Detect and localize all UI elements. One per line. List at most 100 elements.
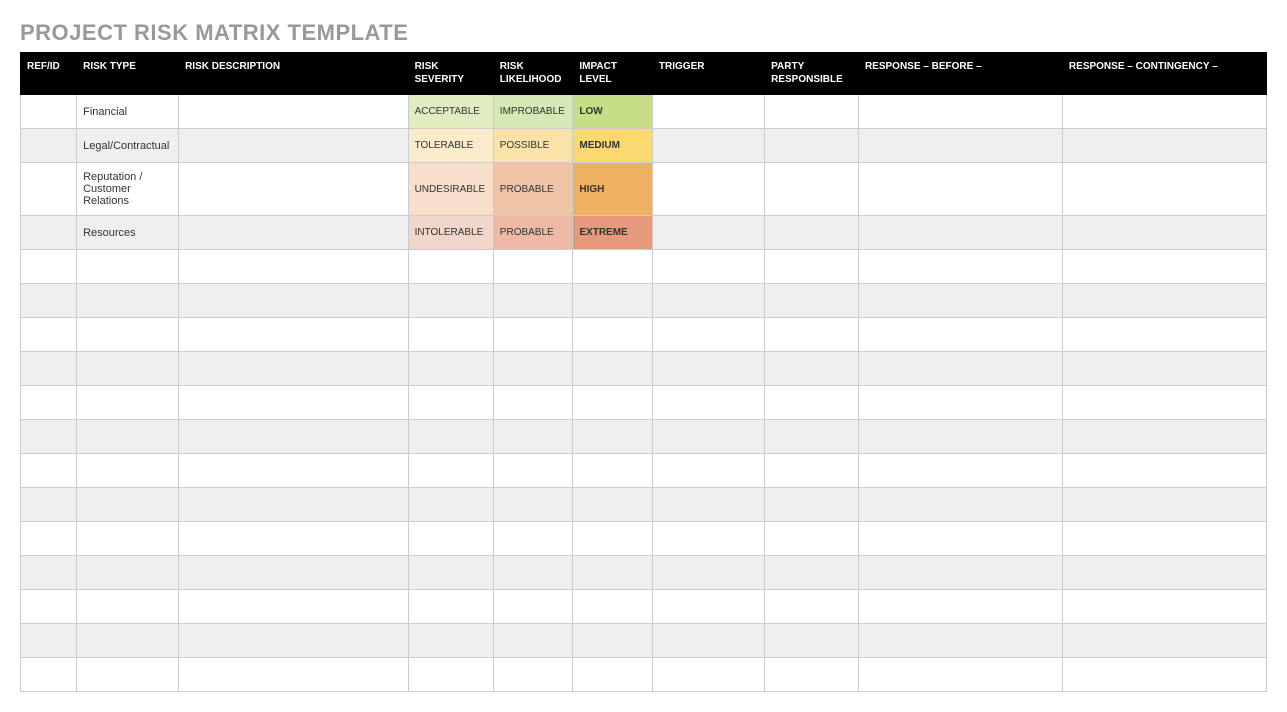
cell-impact-level[interactable] xyxy=(573,420,653,454)
cell-impact-level[interactable] xyxy=(573,386,653,420)
cell-trigger[interactable] xyxy=(652,658,764,692)
cell-risk-likelihood[interactable] xyxy=(493,590,573,624)
cell-trigger[interactable] xyxy=(652,318,764,352)
cell-party-responsible[interactable] xyxy=(765,129,859,163)
cell-risk-description[interactable] xyxy=(179,386,408,420)
cell-risk-type[interactable] xyxy=(77,658,179,692)
cell-risk-description[interactable] xyxy=(179,658,408,692)
cell-risk-severity[interactable] xyxy=(408,556,493,590)
cell-risk-type[interactable] xyxy=(77,318,179,352)
cell-risk-description[interactable] xyxy=(179,590,408,624)
cell-party-responsible[interactable] xyxy=(765,216,859,250)
cell-trigger[interactable] xyxy=(652,454,764,488)
cell-risk-likelihood[interactable]: PROBABLE xyxy=(493,163,573,216)
cell-response-before[interactable] xyxy=(858,556,1062,590)
cell-risk-type[interactable] xyxy=(77,624,179,658)
cell-response-contingency[interactable] xyxy=(1062,454,1266,488)
cell-refid[interactable] xyxy=(21,318,77,352)
cell-trigger[interactable] xyxy=(652,250,764,284)
cell-impact-level[interactable] xyxy=(573,352,653,386)
cell-risk-severity[interactable] xyxy=(408,658,493,692)
cell-party-responsible[interactable] xyxy=(765,488,859,522)
cell-risk-likelihood[interactable] xyxy=(493,386,573,420)
cell-risk-severity[interactable]: INTOLERABLE xyxy=(408,216,493,250)
cell-response-contingency[interactable] xyxy=(1062,352,1266,386)
cell-response-before[interactable] xyxy=(858,420,1062,454)
cell-impact-level[interactable]: HIGH xyxy=(573,163,653,216)
cell-refid[interactable] xyxy=(21,624,77,658)
cell-risk-description[interactable] xyxy=(179,95,408,129)
cell-risk-type[interactable] xyxy=(77,590,179,624)
cell-refid[interactable] xyxy=(21,129,77,163)
cell-risk-type[interactable]: Resources xyxy=(77,216,179,250)
cell-refid[interactable] xyxy=(21,454,77,488)
cell-party-responsible[interactable] xyxy=(765,522,859,556)
cell-risk-likelihood[interactable] xyxy=(493,250,573,284)
cell-trigger[interactable] xyxy=(652,352,764,386)
cell-refid[interactable] xyxy=(21,386,77,420)
cell-risk-description[interactable] xyxy=(179,284,408,318)
cell-risk-description[interactable] xyxy=(179,454,408,488)
cell-risk-likelihood[interactable] xyxy=(493,420,573,454)
cell-risk-description[interactable] xyxy=(179,522,408,556)
cell-risk-likelihood[interactable] xyxy=(493,352,573,386)
cell-risk-severity[interactable] xyxy=(408,250,493,284)
cell-trigger[interactable] xyxy=(652,420,764,454)
cell-risk-type[interactable] xyxy=(77,420,179,454)
cell-refid[interactable] xyxy=(21,522,77,556)
cell-impact-level[interactable] xyxy=(573,284,653,318)
cell-refid[interactable] xyxy=(21,488,77,522)
cell-response-before[interactable] xyxy=(858,352,1062,386)
cell-trigger[interactable] xyxy=(652,129,764,163)
cell-response-contingency[interactable] xyxy=(1062,624,1266,658)
cell-party-responsible[interactable] xyxy=(765,420,859,454)
cell-trigger[interactable] xyxy=(652,556,764,590)
cell-risk-type[interactable]: Legal/Contractual xyxy=(77,129,179,163)
cell-risk-likelihood[interactable] xyxy=(493,454,573,488)
cell-risk-type[interactable] xyxy=(77,284,179,318)
cell-risk-severity[interactable] xyxy=(408,420,493,454)
cell-response-contingency[interactable] xyxy=(1062,95,1266,129)
cell-response-before[interactable] xyxy=(858,250,1062,284)
cell-risk-type[interactable] xyxy=(77,386,179,420)
cell-response-before[interactable] xyxy=(858,163,1062,216)
cell-trigger[interactable] xyxy=(652,590,764,624)
cell-party-responsible[interactable] xyxy=(765,250,859,284)
cell-impact-level[interactable] xyxy=(573,590,653,624)
cell-risk-description[interactable] xyxy=(179,624,408,658)
cell-risk-description[interactable] xyxy=(179,420,408,454)
cell-risk-description[interactable] xyxy=(179,318,408,352)
cell-refid[interactable] xyxy=(21,250,77,284)
cell-risk-severity[interactable] xyxy=(408,318,493,352)
cell-party-responsible[interactable] xyxy=(765,386,859,420)
cell-party-responsible[interactable] xyxy=(765,95,859,129)
cell-party-responsible[interactable] xyxy=(765,624,859,658)
cell-risk-type[interactable] xyxy=(77,556,179,590)
cell-response-before[interactable] xyxy=(858,488,1062,522)
cell-risk-likelihood[interactable] xyxy=(493,658,573,692)
cell-risk-severity[interactable] xyxy=(408,284,493,318)
cell-risk-likelihood[interactable] xyxy=(493,318,573,352)
cell-response-contingency[interactable] xyxy=(1062,318,1266,352)
cell-risk-severity[interactable]: TOLERABLE xyxy=(408,129,493,163)
cell-refid[interactable] xyxy=(21,658,77,692)
cell-impact-level[interactable] xyxy=(573,556,653,590)
cell-risk-description[interactable] xyxy=(179,129,408,163)
cell-party-responsible[interactable] xyxy=(765,352,859,386)
cell-risk-description[interactable] xyxy=(179,488,408,522)
cell-response-before[interactable] xyxy=(858,95,1062,129)
cell-response-before[interactable] xyxy=(858,590,1062,624)
cell-response-contingency[interactable] xyxy=(1062,522,1266,556)
cell-risk-likelihood[interactable]: POSSIBLE xyxy=(493,129,573,163)
cell-trigger[interactable] xyxy=(652,95,764,129)
cell-response-contingency[interactable] xyxy=(1062,590,1266,624)
cell-risk-type[interactable]: Reputation / Customer Relations xyxy=(77,163,179,216)
cell-risk-type[interactable] xyxy=(77,454,179,488)
cell-party-responsible[interactable] xyxy=(765,163,859,216)
cell-trigger[interactable] xyxy=(652,163,764,216)
cell-trigger[interactable] xyxy=(652,522,764,556)
cell-refid[interactable] xyxy=(21,420,77,454)
cell-risk-severity[interactable] xyxy=(408,624,493,658)
cell-impact-level[interactable]: EXTREME xyxy=(573,216,653,250)
cell-risk-type[interactable] xyxy=(77,250,179,284)
